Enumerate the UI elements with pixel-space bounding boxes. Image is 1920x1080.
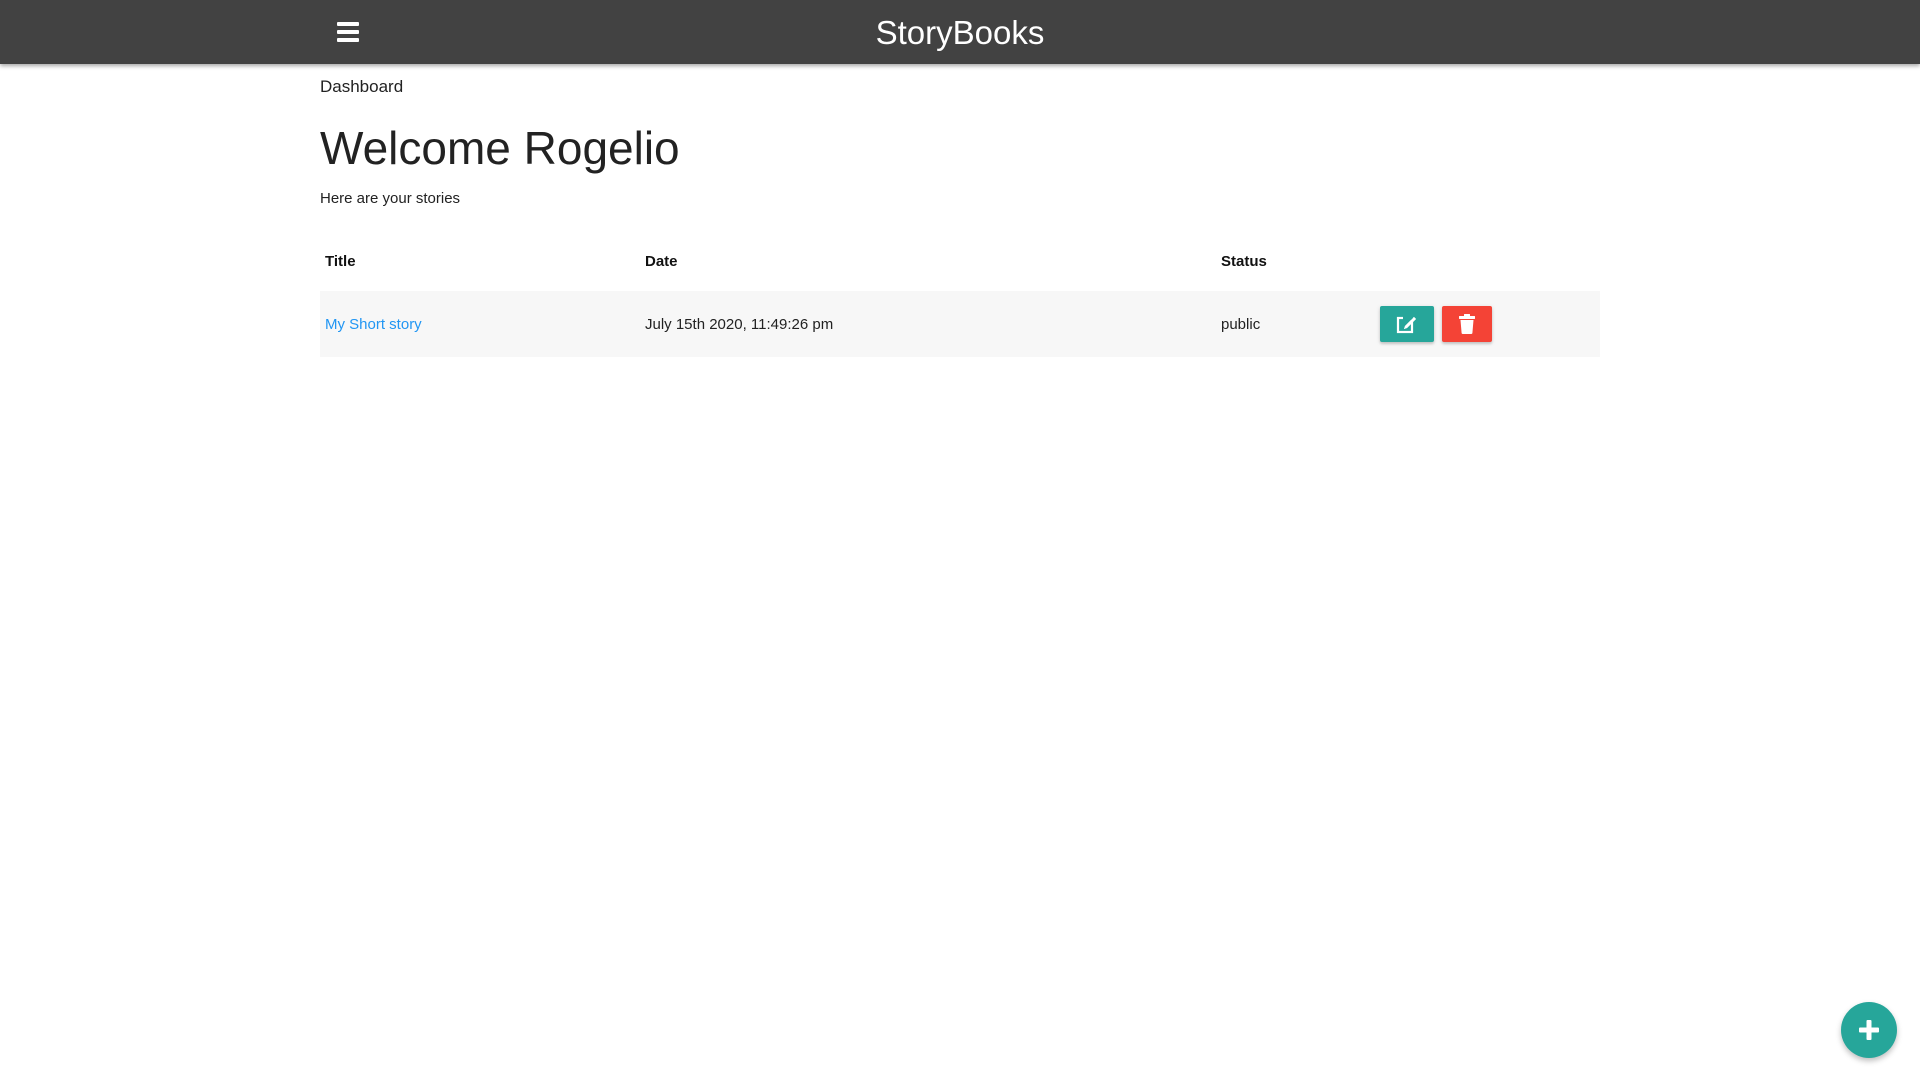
table-header-row: Title Date Status — [320, 231, 1600, 291]
brand-title[interactable]: StoryBooks — [876, 14, 1045, 51]
edit-story-button[interactable] — [1380, 306, 1434, 342]
delete-story-button[interactable] — [1442, 306, 1492, 342]
brand-logo: StoryBooks — [0, 0, 1920, 64]
column-header-actions — [1375, 231, 1600, 291]
page-subtitle: Here are your stories — [320, 190, 461, 207]
column-header-status: Status — [1221, 252, 1267, 270]
story-status-cell: public — [1216, 291, 1375, 357]
column-header-title: Title — [325, 252, 356, 270]
plus-icon — [1859, 1020, 1879, 1040]
story-date-cell: July 15th 2020, 11:49:26 pm — [640, 291, 1216, 357]
story-actions-cell — [1375, 291, 1600, 357]
story-title-cell: My Short story — [320, 291, 640, 357]
edit-icon — [1396, 316, 1416, 334]
breadcrumb: Dashboard — [320, 77, 404, 96]
stories-table: Title Date Status My Short story July 15… — [320, 231, 1600, 357]
hamburger-menu-icon[interactable] — [334, 19, 364, 45]
top-navbar: StoryBooks — [0, 0, 1920, 64]
add-story-button[interactable] — [1841, 1002, 1897, 1058]
page-title: Welcome Rogelio — [320, 122, 680, 174]
trash-icon — [1459, 314, 1475, 334]
story-title-link[interactable]: My Short story — [325, 316, 422, 333]
table-row: My Short story July 15th 2020, 11:49:26 … — [320, 291, 1600, 357]
column-header-date: Date — [645, 252, 678, 270]
